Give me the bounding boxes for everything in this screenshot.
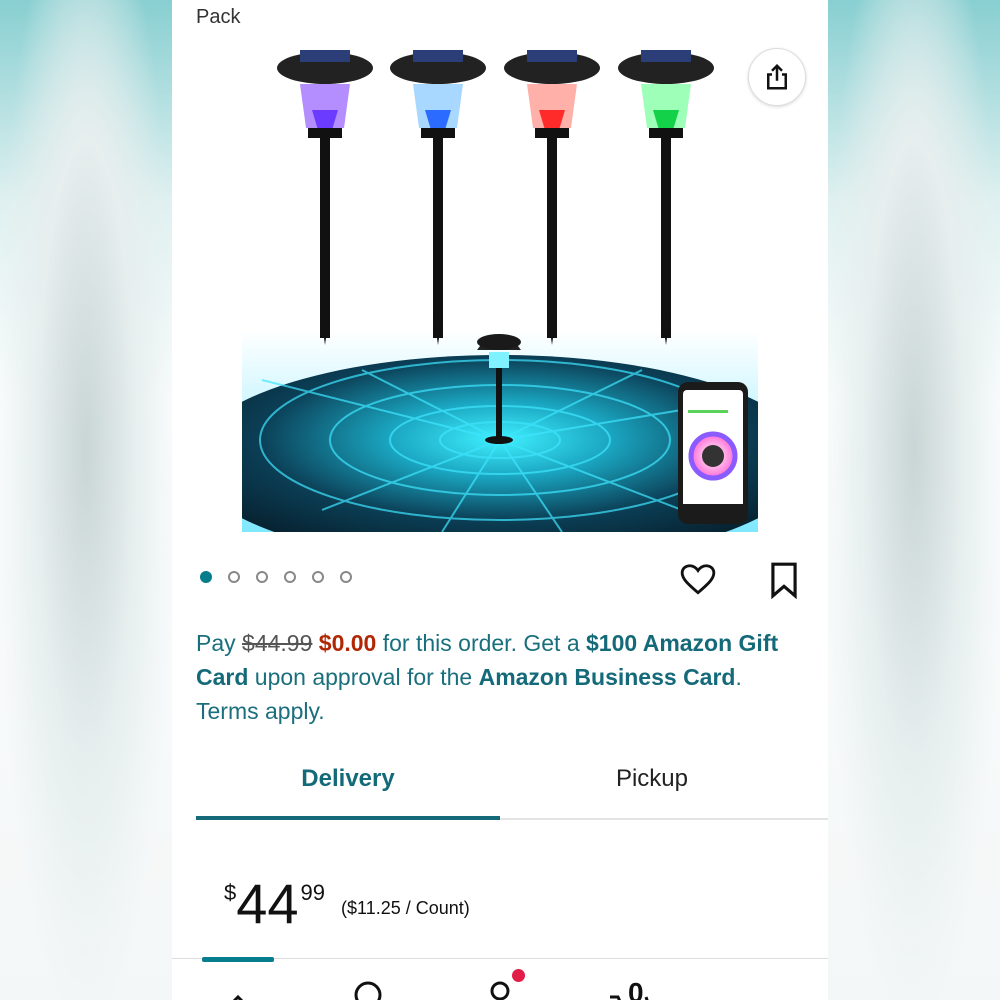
background-right: [828, 0, 1000, 1000]
price-currency: $: [224, 880, 237, 905]
carousel-dot[interactable]: [200, 571, 212, 583]
promo-pay: Pay: [196, 630, 236, 656]
promo-text-2: upon approval for the: [254, 664, 473, 690]
promo-text-1: for this order. Get a: [382, 630, 580, 656]
menu-icon[interactable]: [742, 975, 782, 1000]
carousel-dot[interactable]: [340, 571, 352, 583]
bottom-nav: 0: [172, 957, 828, 1000]
carousel-dot[interactable]: [312, 571, 324, 583]
notification-dot: [512, 969, 525, 982]
home-icon[interactable]: [218, 975, 258, 1000]
bookmark-icon[interactable]: [768, 561, 800, 599]
background-left: [0, 0, 172, 1000]
cart-button[interactable]: 0: [608, 975, 668, 1000]
tab-delivery[interactable]: Delivery: [196, 742, 500, 820]
price-per-unit: ($11.25 / Count): [341, 898, 470, 918]
fulfillment-tabs: Delivery Pickup: [196, 742, 828, 820]
cart-count: 0: [628, 977, 644, 1000]
promo-new-price: $0.00: [318, 630, 377, 656]
share-button[interactable]: [748, 48, 806, 106]
search-icon[interactable]: [348, 975, 388, 1000]
image-carousel-dots[interactable]: [200, 571, 352, 583]
carousel-dot[interactable]: [284, 571, 296, 583]
price-cents: 99: [300, 880, 326, 905]
business-card-promo[interactable]: Pay $44.99 $0.00 for this order. Get a $…: [196, 626, 806, 728]
product-title: Pack: [196, 0, 796, 34]
product-page: Pack Pay $44.99 $0.00 for this order. Ge…: [172, 0, 828, 1000]
promo-card-name: Amazon Business Card: [478, 664, 736, 690]
title-last-line: Pack: [196, 6, 241, 28]
nav-active-indicator: [202, 957, 274, 962]
carousel-dot[interactable]: [228, 571, 240, 583]
price-whole: 44: [236, 872, 299, 935]
product-image[interactable]: [242, 40, 758, 532]
heart-icon[interactable]: [678, 561, 718, 599]
carousel-dot[interactable]: [256, 571, 268, 583]
price: $ 44 99 ($11.25 / Count): [224, 874, 470, 934]
share-icon: [767, 63, 787, 90]
promo-old-price: $44.99: [242, 630, 313, 656]
tab-pickup[interactable]: Pickup: [500, 742, 804, 816]
